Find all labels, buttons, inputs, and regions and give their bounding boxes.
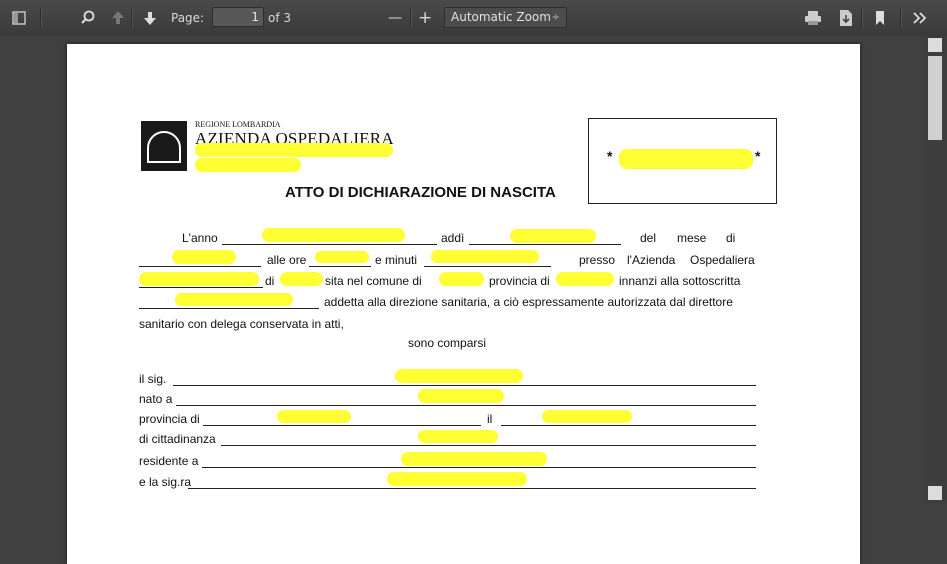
download-icon[interactable] <box>838 6 854 30</box>
label-mese: mese <box>677 231 707 245</box>
field-line <box>501 425 756 426</box>
pdf-page: REGIONE LOMBARDIA AZIENDA OSPEDALIERA AT… <box>67 44 860 564</box>
label-presso: presso <box>579 253 616 267</box>
zoom-in-icon[interactable]: + <box>418 6 432 30</box>
field-line <box>221 445 756 446</box>
toolbar-divider <box>900 8 901 28</box>
page-total: of 3 <box>268 11 292 25</box>
label-addi: addì <box>441 231 465 245</box>
sidebar-toggle-icon[interactable] <box>12 6 26 30</box>
label-ospedaliera: Ospedaliera <box>690 253 755 267</box>
zoom-out-icon[interactable]: — <box>388 6 402 30</box>
region-name: REGIONE LOMBARDIA <box>195 120 281 129</box>
redaction <box>262 228 405 242</box>
redaction <box>542 410 632 423</box>
label-azienda: l'Azienda <box>627 253 676 267</box>
label-innanzi: innanzi alla sottoscritta <box>619 274 741 288</box>
field-line <box>424 266 551 267</box>
label-addetta: addetta alla direzione sanitaria, a ciò … <box>324 295 733 309</box>
label-residente: residente a <box>139 454 199 468</box>
chevron-down-icon: ÷ <box>551 12 560 23</box>
toolbar-divider <box>861 8 862 28</box>
redaction <box>619 149 753 169</box>
field-line <box>309 266 371 267</box>
stamp-mark-left: * <box>607 148 613 164</box>
redaction <box>418 389 504 403</box>
vertical-scrollbar[interactable] <box>924 36 947 503</box>
label-provincia-field: provincia di <box>139 412 200 426</box>
label-anno: L'anno <box>182 231 218 245</box>
hospital-logo <box>141 121 187 171</box>
field-line <box>203 425 481 426</box>
redaction <box>315 251 369 263</box>
label-alle-ore: alle ore <box>267 253 307 267</box>
label-sig: il sig. <box>139 372 167 386</box>
field-line <box>188 488 756 489</box>
field-line <box>173 385 756 386</box>
document-title: ATTO DI DICHIARAZIONE DI NASCITA <box>285 184 556 201</box>
page-number-input[interactable]: 1 <box>212 7 264 27</box>
redaction <box>395 369 523 383</box>
toolbar-divider <box>40 8 41 28</box>
label-di: di <box>265 274 275 288</box>
label-minuti: e minuti <box>375 253 418 267</box>
label-del: del <box>640 231 657 245</box>
redaction <box>195 158 301 172</box>
redaction <box>277 410 351 423</box>
redaction <box>556 272 614 286</box>
label-provincia: provincia di <box>489 274 550 288</box>
label-nato: nato a <box>139 392 173 406</box>
page-label: Page: <box>171 11 205 25</box>
field-line <box>222 244 437 245</box>
scroll-down-arrow-icon[interactable] <box>928 486 942 500</box>
redaction <box>439 272 484 286</box>
field-line <box>202 467 756 468</box>
label-sig-ra: e la sig.ra <box>139 475 192 489</box>
field-line <box>469 244 621 245</box>
scrollbar-thumb[interactable] <box>928 56 942 140</box>
document-viewer[interactable]: REGIONE LOMBARDIA AZIENDA OSPEDALIERA AT… <box>0 36 924 564</box>
field-line <box>139 266 261 267</box>
bookmark-icon[interactable] <box>874 6 886 30</box>
redaction <box>510 229 596 243</box>
label-sono-comparsi: sono comparsi <box>408 336 487 350</box>
label-di: di <box>726 231 736 245</box>
scroll-up-arrow-icon[interactable] <box>928 38 942 52</box>
redaction <box>387 472 527 486</box>
next-page-icon[interactable] <box>142 6 158 30</box>
label-il: il <box>487 412 493 426</box>
tools-icon[interactable] <box>912 6 928 30</box>
label-sanitario: sanitario con delega conservata in atti, <box>139 317 344 331</box>
redaction <box>418 430 498 443</box>
stamp-mark-right: * <box>755 148 761 164</box>
field-line <box>139 287 263 288</box>
field-line <box>139 308 319 309</box>
print-icon[interactable] <box>804 6 822 30</box>
zoom-value: Automatic Zoom <box>451 10 551 24</box>
redaction <box>175 293 293 306</box>
redaction <box>280 272 323 286</box>
redaction <box>431 250 539 263</box>
redaction <box>401 452 547 466</box>
label-sita-comune: sita nel comune di <box>325 274 422 288</box>
toolbar-divider <box>131 8 132 28</box>
redaction <box>195 143 393 157</box>
previous-page-icon[interactable] <box>110 6 126 30</box>
zoom-select[interactable]: Automatic Zoom ÷ <box>444 7 567 28</box>
stamp-box: * * <box>588 118 777 204</box>
redaction <box>139 272 259 286</box>
toolbar-divider <box>410 8 411 28</box>
field-line <box>176 405 756 406</box>
redaction <box>172 250 236 264</box>
label-cittadinanza: di cittadinanza <box>139 432 216 446</box>
pdf-toolbar: Page: 1 of 3 — + Automatic Zoom ÷ <box>0 0 947 37</box>
search-icon[interactable] <box>80 6 96 30</box>
